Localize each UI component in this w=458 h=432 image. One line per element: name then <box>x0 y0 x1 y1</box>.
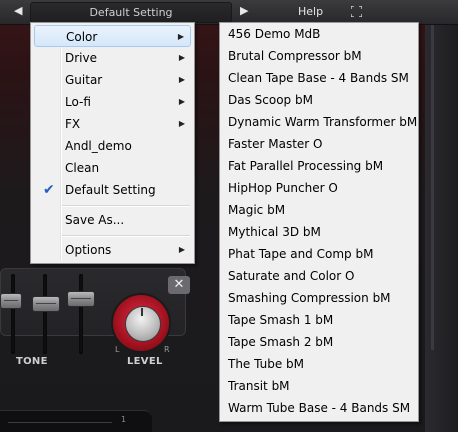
submenu-item[interactable]: Magic bM <box>220 199 418 221</box>
menu-item-label: Save As... <box>65 213 125 227</box>
submenu-item[interactable]: Dynamic Warm Transformer bM <box>220 111 418 133</box>
submenu-item[interactable]: HipHop Puncher O <box>220 177 418 199</box>
submenu-item[interactable]: The Tube bM <box>220 353 418 375</box>
menu-separator <box>62 235 190 236</box>
slider-track-2 <box>43 274 47 354</box>
right-rail <box>431 20 434 350</box>
submenu-item-label: Clean Tape Base - 4 Bands SM <box>228 71 409 85</box>
menu-item-lo-fi[interactable]: Lo-fi ▶ <box>34 91 191 113</box>
submenu-item[interactable]: Faster Master O <box>220 133 418 155</box>
submenu-item[interactable]: Saturate and Color O <box>220 265 418 287</box>
level-knob-indicator <box>141 308 143 316</box>
menu-item-fx[interactable]: FX ▶ <box>34 113 191 135</box>
submenu-item-label: Transit bM <box>228 379 290 393</box>
level-label: LEVEL <box>127 356 163 367</box>
knob-left-label: L <box>115 345 120 354</box>
menu-separator <box>62 205 190 206</box>
submenu-arrow-icon: ▶ <box>178 119 185 128</box>
submenu-item[interactable]: Das Scoop bM <box>220 89 418 111</box>
submenu-item-label: Mythical 3D bM <box>228 225 321 239</box>
menu-item-label: Drive <box>65 51 97 65</box>
submenu-arrow-icon: ▶ <box>177 32 184 41</box>
menu-item-guitar[interactable]: Guitar ▶ <box>34 69 191 91</box>
menu-item-label: FX <box>65 117 81 131</box>
preset-selector[interactable]: Default Setting <box>30 2 232 23</box>
menu-item-label: Clean <box>65 161 100 175</box>
submenu-item-label: Tape Smash 2 bM <box>228 335 334 349</box>
menu-item-label: Default Setting <box>65 183 156 197</box>
submenu-arrow-icon: ▶ <box>178 53 185 62</box>
submenu-item-label: HipHop Puncher O <box>228 181 338 195</box>
preset-menu: Color ▶ Drive ▶ Guitar ▶ Lo-fi ▶ FX ▶ An… <box>30 22 195 264</box>
color-submenu: 456 Demo MdB Brutal Compressor bM Clean … <box>219 22 419 422</box>
submenu-item-label: Dynamic Warm Transformer bM <box>228 115 418 129</box>
menu-item-options[interactable]: Options ▶ <box>34 239 191 261</box>
meter-scale-line <box>8 422 112 423</box>
submenu-item[interactable]: Transit bM <box>220 375 418 397</box>
tone-slider-2[interactable] <box>32 296 60 312</box>
prev-preset-icon[interactable]: ◀ <box>14 4 22 17</box>
close-panel-button[interactable]: ✕ <box>168 276 190 294</box>
submenu-item-label: Fat Parallel Processing bM <box>228 159 384 173</box>
submenu-item[interactable]: Clean Tape Base - 4 Bands SM <box>220 67 418 89</box>
submenu-item-label: Warm Tube Base - 4 Bands SM <box>228 401 411 415</box>
submenu-item-label: The Tube bM <box>228 357 305 371</box>
submenu-item[interactable]: Warm Tube Base - 4 Bands SM <box>220 397 418 419</box>
next-preset-icon[interactable]: ▶ <box>240 4 248 17</box>
bottom-meter: 1 <box>0 410 152 432</box>
submenu-item[interactable]: Smashing Compression bM <box>220 287 418 309</box>
menu-item-label: Lo-fi <box>65 95 91 109</box>
menu-item-label: Color <box>66 30 98 44</box>
submenu-arrow-icon: ▶ <box>178 97 185 106</box>
submenu-item-label: Das Scoop bM <box>228 93 313 107</box>
knob-right-label: R <box>164 345 170 354</box>
menu-item-label: Andl_demo <box>65 139 132 153</box>
menu-item-andl-demo[interactable]: Andl_demo <box>34 135 191 157</box>
submenu-item-label: Faster Master O <box>228 137 323 151</box>
right-panel-strip <box>425 0 458 432</box>
slider-track-3 <box>79 274 83 354</box>
submenu-item-label: Tape Smash 1 bM <box>228 313 334 327</box>
submenu-item[interactable]: 456 Demo MdB <box>220 23 418 45</box>
submenu-item[interactable]: Tape Smash 1 bM <box>220 309 418 331</box>
checkmark-icon: ✔ <box>43 182 55 198</box>
submenu-item-label: Smashing Compression bM <box>228 291 391 305</box>
submenu-item-label: Magic bM <box>228 203 286 217</box>
menu-item-label: Options <box>65 243 112 257</box>
tone-label: TONE <box>16 356 48 367</box>
submenu-item[interactable]: Brutal Compressor bM <box>220 45 418 67</box>
submenu-arrow-icon: ▶ <box>178 75 185 84</box>
submenu-item-label: Phat Tape and Comp bM <box>228 247 374 261</box>
slider-track-1 <box>11 274 15 354</box>
menu-item-clean[interactable]: Clean <box>34 157 191 179</box>
submenu-item[interactable]: Phat Tape and Comp bM <box>220 243 418 265</box>
tone-slider-3[interactable] <box>67 291 95 307</box>
submenu-item-label: Saturate and Color O <box>228 269 355 283</box>
meter-scale-value: 1 <box>121 415 127 424</box>
submenu-item-label: Brutal Compressor bM <box>228 49 362 63</box>
menu-item-save-as[interactable]: Save As... <box>34 209 191 231</box>
submenu-arrow-icon: ▶ <box>178 245 185 254</box>
help-button[interactable]: Help <box>298 5 323 18</box>
menu-item-drive[interactable]: Drive ▶ <box>34 47 191 69</box>
level-knob[interactable] <box>125 306 161 342</box>
submenu-item-label: 456 Demo MdB <box>228 27 321 41</box>
menu-item-label: Guitar <box>65 73 103 87</box>
fullscreen-icon[interactable] <box>351 6 362 17</box>
menu-item-default-setting[interactable]: ✔ Default Setting <box>34 179 191 201</box>
submenu-item[interactable]: Mythical 3D bM <box>220 221 418 243</box>
menu-item-color[interactable]: Color ▶ <box>34 25 191 47</box>
tone-slider-1[interactable] <box>0 293 22 309</box>
submenu-item[interactable]: Tape Smash 2 bM <box>220 331 418 353</box>
submenu-item[interactable]: Fat Parallel Processing bM <box>220 155 418 177</box>
